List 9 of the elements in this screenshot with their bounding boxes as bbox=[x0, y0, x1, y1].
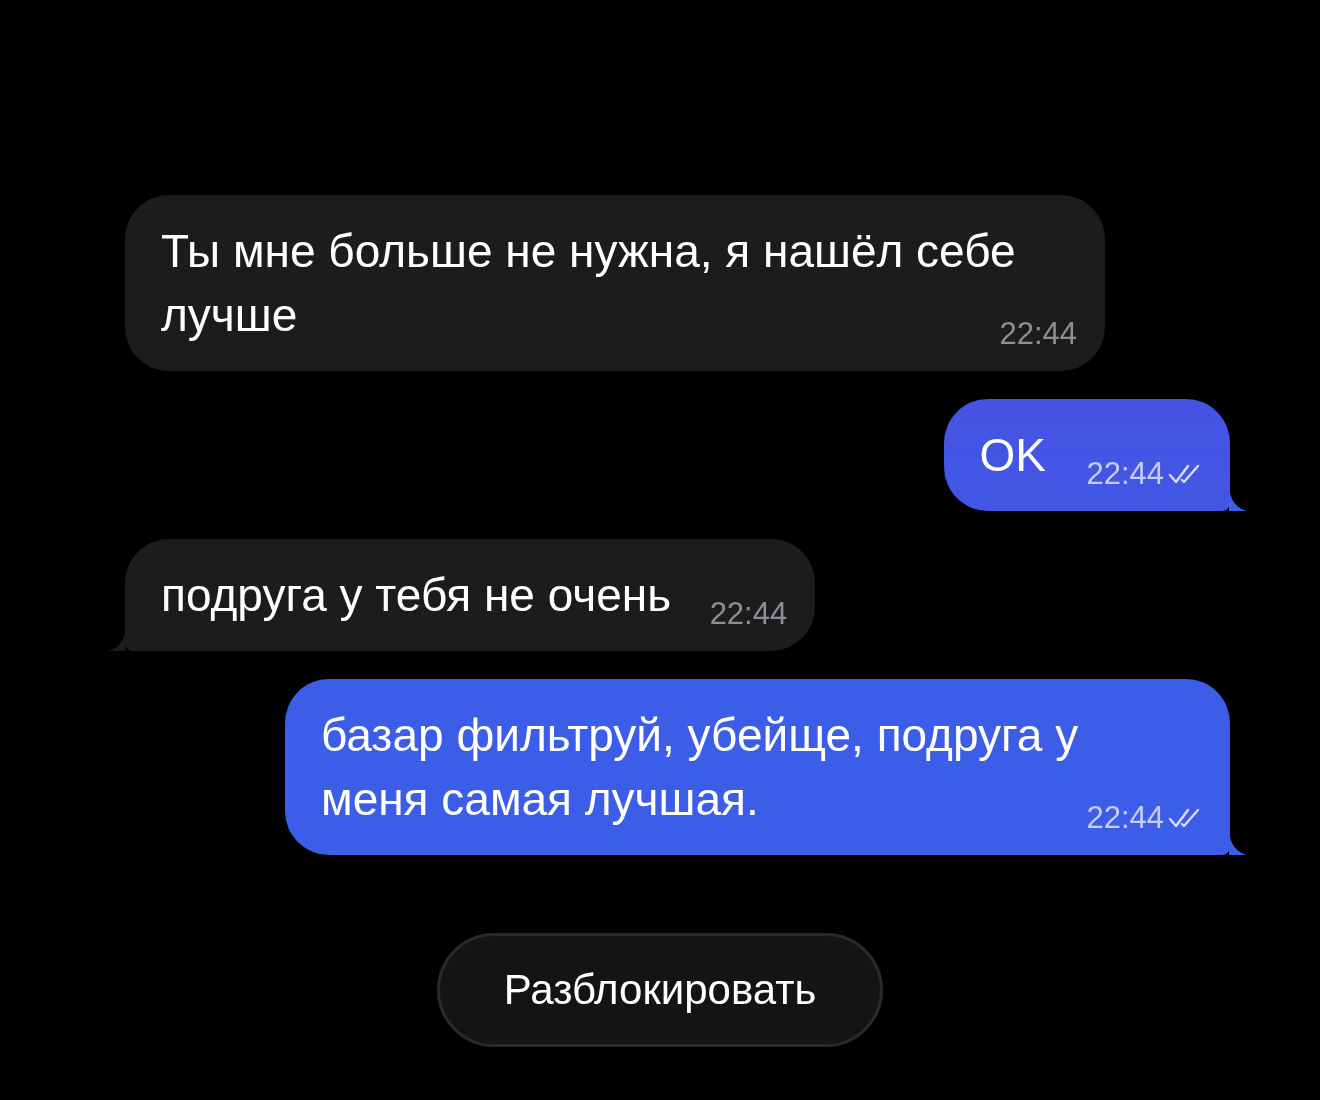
message-bubble: OK 22:44 bbox=[943, 399, 1230, 511]
message-time: 22:44 bbox=[1086, 458, 1164, 489]
message-time: 22:44 bbox=[1086, 802, 1164, 833]
unblock-button[interactable]: Разблокировать bbox=[436, 933, 884, 1047]
message-time: 22:44 bbox=[709, 598, 788, 629]
message-time: 22:44 bbox=[999, 318, 1077, 349]
message-bubble: базар фильтруй, убейще, подруга у меня самая лучшая. 22:44 bbox=[285, 679, 1230, 855]
message-bubble: подруга у тебя не очень 22:44 bbox=[125, 539, 816, 651]
message-bubble: Ты мне больше не нужна, я нашёл себе лучше 22:44 bbox=[125, 195, 1105, 371]
